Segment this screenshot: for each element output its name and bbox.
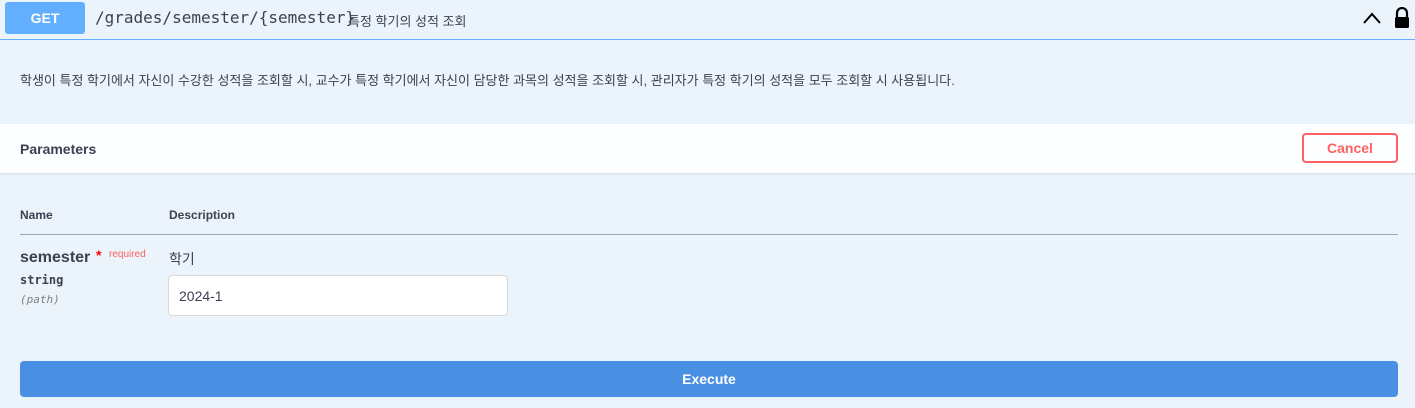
column-header-description: Description — [169, 208, 236, 222]
parameter-description: 학기 — [169, 251, 195, 267]
operation-path: /grades/semester/{semester} — [95, 8, 356, 27]
parameter-name: semester — [20, 249, 91, 266]
parameters-title: Parameters — [20, 141, 97, 157]
method-badge: GET — [5, 2, 85, 34]
required-label: required — [109, 249, 146, 260]
table-divider — [20, 234, 1398, 235]
cancel-button[interactable]: Cancel — [1302, 133, 1398, 163]
operation-summary[interactable]: GET /grades/semester/{semester} 특정 학기의 성… — [0, 0, 1415, 40]
column-header-name: Name — [20, 208, 53, 222]
required-star: * — [96, 247, 102, 263]
chevron-up-icon[interactable] — [1362, 9, 1382, 27]
parameters-header: Parameters Cancel — [0, 124, 1415, 173]
semester-input[interactable] — [168, 275, 508, 316]
execute-button[interactable]: Execute — [20, 361, 1398, 397]
operation-description: 학생이 특정 학기에서 자신이 수강한 성적을 조회할 시, 교수가 특정 학기… — [20, 73, 955, 88]
operation-summary-text: 특정 학기의 성적 조회 — [348, 14, 467, 29]
parameter-location: (path) — [20, 293, 60, 306]
parameter-type: string — [20, 273, 64, 287]
operation-block: GET /grades/semester/{semester} 특정 학기의 성… — [0, 0, 1415, 408]
lock-icon[interactable] — [1393, 7, 1411, 29]
